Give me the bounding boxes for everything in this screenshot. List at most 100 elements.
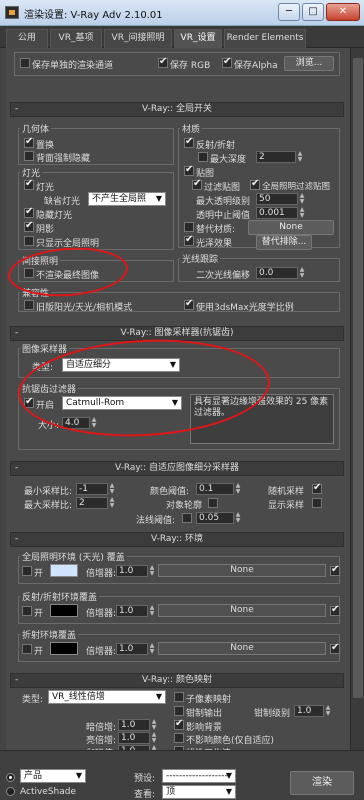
- image-sampler-rollout[interactable]: - V-Ray:: 图像采样器(抗锯齿): [10, 326, 344, 341]
- color-mapping-rollout[interactable]: - V-Ray:: 颜色映射: [10, 673, 344, 688]
- force-backface-checkbox[interactable]: [24, 151, 34, 161]
- refl-env-on-checkbox[interactable]: [22, 606, 32, 616]
- default-lights-dropdown[interactable]: 不产生全局照 ▼: [88, 192, 166, 206]
- save-rgb-label: 保存 RGB: [170, 61, 211, 71]
- browse-button[interactable]: 浏览...: [284, 56, 334, 71]
- min-rate-spinner[interactable]: -1 ▲ ▼: [76, 483, 114, 495]
- override-mtl-checkbox[interactable]: [184, 222, 194, 232]
- reflection-checkbox[interactable]: [184, 136, 194, 148]
- adaptive-subdivision-rollout[interactable]: - V-Ray:: 自适应图像细分采样器: [10, 461, 344, 476]
- refr-env-mult-spinner[interactable]: 1.0 ▲ ▼: [116, 643, 154, 655]
- max-rate-spinner[interactable]: 2 ▲ ▼: [76, 497, 114, 509]
- show-gi-only-checkbox[interactable]: [24, 236, 34, 246]
- app-icon: [5, 6, 19, 19]
- save-alpha-checkbox[interactable]: [222, 56, 232, 68]
- refl-env-color-swatch[interactable]: [50, 604, 78, 617]
- lights-checkbox[interactable]: [24, 178, 34, 190]
- displacement-checkbox[interactable]: [24, 136, 34, 148]
- dark-mult-label: 暗倍增:: [86, 723, 117, 733]
- refl-env-map-button[interactable]: None: [158, 604, 326, 617]
- maps-checkbox[interactable]: [184, 164, 194, 176]
- scrollbar-thumb[interactable]: [353, 58, 363, 698]
- refr-env-map-button[interactable]: None: [158, 642, 326, 655]
- save-separate-checkbox[interactable]: [20, 58, 30, 68]
- refr-env-on-checkbox[interactable]: [22, 644, 32, 654]
- randomize-checkbox[interactable]: [312, 482, 322, 494]
- secondary-bias-label: 二次光线偏移: [196, 271, 251, 281]
- dark-mult-spinner[interactable]: 1.0 ▲ ▼: [118, 719, 156, 731]
- refl-env-map-checkbox[interactable]: [330, 604, 340, 616]
- cm-type-label: 类型:: [22, 695, 44, 705]
- tab-render-elements[interactable]: Render Elements: [224, 29, 306, 48]
- refl-env-mult-spinner[interactable]: 1.0 ▲ ▼: [116, 605, 154, 617]
- transp-cutoff-spinner[interactable]: 0.001 ▲ ▼: [256, 207, 304, 219]
- object-outline-checkbox[interactable]: [208, 498, 218, 508]
- render-button[interactable]: 渲染: [290, 771, 354, 795]
- cm-type-dropdown[interactable]: VR_线性倍增 ▼: [48, 690, 166, 704]
- force-backface-label: 背面强制隐藏: [36, 154, 91, 164]
- view-dropdown[interactable]: 顶 ▼: [162, 785, 236, 799]
- filter-gi-checkbox[interactable]: [250, 178, 260, 190]
- refr-env-color-swatch[interactable]: [50, 642, 78, 655]
- max-transp-spinner[interactable]: 50 ▲ ▼: [256, 193, 304, 205]
- glossy-checkbox[interactable]: [184, 234, 194, 246]
- close-button[interactable]: ✕: [326, 3, 360, 21]
- clamp-level-label: 钳制级别: [254, 709, 291, 719]
- shadows-checkbox[interactable]: [24, 220, 34, 232]
- clamp-output-checkbox[interactable]: [174, 706, 184, 716]
- gi-env-mult-label: 倍增器:: [86, 569, 117, 579]
- tab-vr-indirect[interactable]: VR_间接照明: [104, 29, 172, 48]
- gi-env-title: 全局照明环境 (天光) 覆盖: [20, 550, 127, 563]
- global-switches-rollout[interactable]: - V-Ray:: 全局开关: [10, 102, 344, 117]
- raytracing-title: 光线跟踪: [180, 252, 221, 265]
- secondary-bias-spinner[interactable]: 0.0 ▲ ▼: [256, 267, 304, 279]
- max-depth-checkbox[interactable]: [198, 152, 208, 162]
- environment-rollout[interactable]: - V-Ray:: 环境: [10, 532, 344, 547]
- tab-vr-base[interactable]: VR_基项: [50, 29, 102, 48]
- override-exclude-button[interactable]: 替代排除...: [256, 235, 312, 250]
- no-affect-colors-label: 不影响颜色(仅自适应): [186, 736, 275, 746]
- clr-thresh-spinner[interactable]: 0.1 ▲ ▼: [196, 483, 240, 495]
- displacement-label: 置换: [36, 141, 55, 151]
- filter-maps-checkbox[interactable]: [192, 178, 202, 190]
- use-3dsmax-scale-checkbox[interactable]: [184, 298, 194, 310]
- max-depth-spinner[interactable]: 2 ▲ ▼: [256, 151, 302, 163]
- tab-bar: 公用 VR_基项 VR_间接照明 VR_设置 Render Elements: [0, 26, 364, 48]
- gi-env-mult-spinner[interactable]: 1.0 ▲ ▼: [116, 565, 154, 577]
- legacy-sun-checkbox[interactable]: [24, 300, 34, 310]
- activeshade-radio[interactable]: [6, 787, 15, 796]
- subpixel-label: 子像素映射: [186, 695, 232, 705]
- tab-vr-settings[interactable]: VR_设置: [174, 29, 222, 48]
- normal-thresh-checkbox[interactable]: [182, 513, 192, 523]
- maximize-button[interactable]: □: [302, 3, 324, 21]
- object-outline-label: 对象轮廓: [166, 501, 203, 511]
- chevron-down-icon: ▼: [155, 692, 162, 701]
- bright-mult-spinner[interactable]: 1.0 ▲ ▼: [118, 732, 156, 744]
- gi-env-map-button[interactable]: None: [158, 564, 326, 577]
- no-affect-colors-checkbox[interactable]: [174, 733, 184, 743]
- shadows-label: 阴影: [36, 225, 55, 235]
- save-rgb-checkbox[interactable]: [158, 56, 168, 68]
- show-samples-checkbox[interactable]: [312, 498, 322, 508]
- clamp-output-label: 钳制输出: [186, 709, 223, 719]
- subpixel-checkbox[interactable]: [174, 692, 184, 702]
- affect-bg-checkbox[interactable]: [174, 718, 184, 730]
- product-radio[interactable]: [6, 773, 15, 782]
- hidden-lights-checkbox[interactable]: [24, 206, 34, 218]
- scrollbar[interactable]: [350, 48, 364, 750]
- geometry-title: 几何体: [20, 122, 52, 135]
- tab-common[interactable]: 公用: [6, 29, 48, 48]
- preset-dropdown[interactable]: ------------------- ▼: [162, 769, 236, 783]
- minimize-button[interactable]: ─: [278, 3, 300, 21]
- affect-bg-label: 影响背景: [186, 723, 223, 733]
- gi-env-on-checkbox[interactable]: [22, 566, 32, 576]
- normal-thresh-label: 法线阈值:: [136, 516, 176, 526]
- gi-env-color-swatch[interactable]: [50, 564, 78, 577]
- gi-env-map-checkbox[interactable]: [330, 564, 340, 576]
- clamp-level-spinner[interactable]: 1.0 ▲ ▼: [294, 705, 330, 717]
- product-dropdown[interactable]: 产品 ▼: [20, 769, 86, 783]
- override-mtl-button[interactable]: None: [248, 220, 334, 235]
- normal-thresh-spinner[interactable]: 0.05 ▲ ▼: [196, 512, 240, 524]
- refr-env-map-checkbox[interactable]: [330, 642, 340, 654]
- window-title: 渲染设置: V-Ray Adv 2.10.01: [24, 10, 163, 21]
